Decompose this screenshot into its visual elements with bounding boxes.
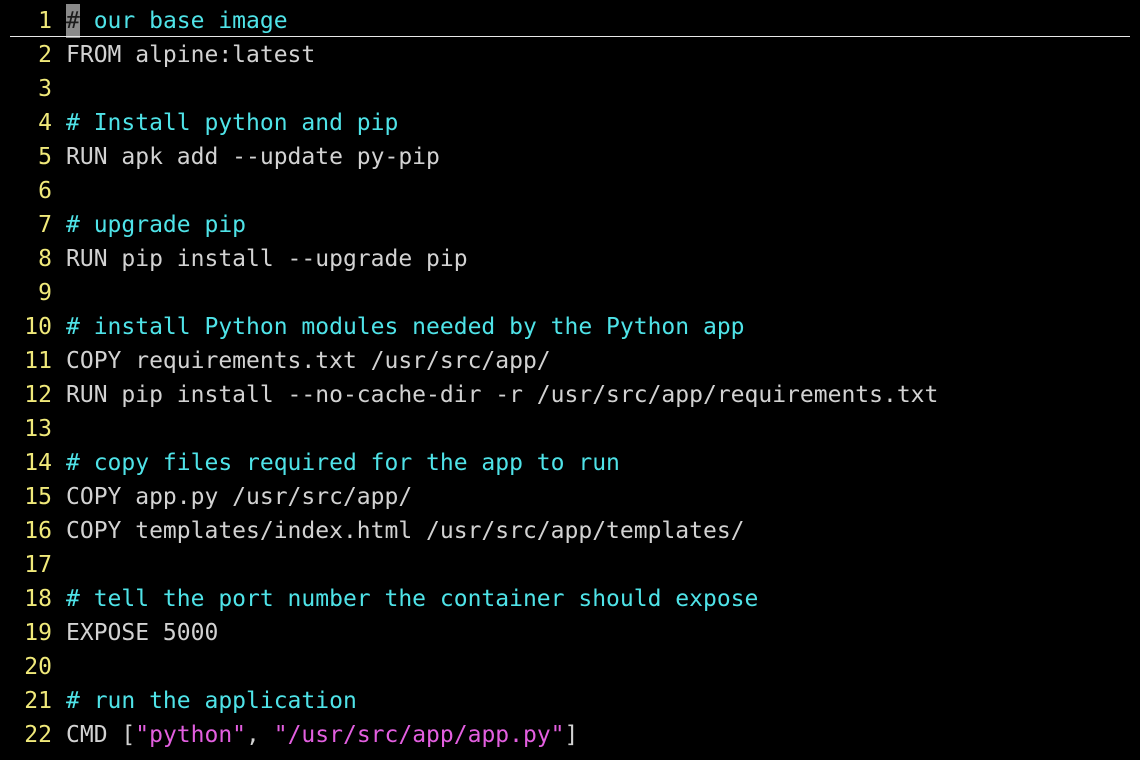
- line-number: 13: [24, 416, 52, 442]
- plain-token: RUN pip install --upgrade pip: [66, 246, 468, 272]
- plain-token: FROM alpine:latest: [66, 42, 316, 68]
- string-token: "python": [135, 722, 247, 748]
- line-code: # install Python modules needed by the P…: [52, 310, 745, 344]
- line-number: 4: [38, 110, 52, 136]
- code-line[interactable]: 15 COPY app.py /usr/src/app/: [0, 480, 1140, 514]
- line-number: 12: [24, 382, 52, 408]
- code-line[interactable]: 20: [0, 650, 1140, 684]
- comment-token: # run the application: [66, 688, 357, 714]
- line-code: RUN pip install --upgrade pip: [52, 242, 468, 276]
- code-line[interactable]: 4 # Install python and pip: [0, 106, 1140, 140]
- code-line[interactable]: 11 COPY requirements.txt /usr/src/app/: [0, 344, 1140, 378]
- plain-token: COPY app.py /usr/src/app/: [66, 484, 413, 510]
- code-line[interactable]: 7 # upgrade pip: [0, 208, 1140, 242]
- comment-token: # Install python and pip: [66, 110, 399, 136]
- code-line[interactable]: 1 # our base image: [0, 4, 1140, 38]
- line-code: # tell the port number the container sho…: [52, 582, 758, 616]
- code-line[interactable]: 18 # tell the port number the container s…: [0, 582, 1140, 616]
- line-number: 15: [24, 484, 52, 510]
- line-number: 14: [24, 450, 52, 476]
- line-code: RUN apk add --update py-pip: [52, 140, 440, 174]
- text-cursor: #: [66, 4, 80, 38]
- code-line[interactable]: 12 RUN pip install --no-cache-dir -r /usr…: [0, 378, 1140, 412]
- line-number: 19: [24, 620, 52, 646]
- line-number: 5: [38, 144, 52, 170]
- comment-token: # copy files required for the app to run: [66, 450, 620, 476]
- line-code: # run the application: [52, 684, 357, 718]
- line-number: 1: [38, 8, 52, 34]
- comment-token: # install Python modules needed by the P…: [66, 314, 745, 340]
- code-line[interactable]: 2 FROM alpine:latest: [0, 38, 1140, 72]
- code-line[interactable]: 21 # run the application: [0, 684, 1140, 718]
- plain-token: COPY templates/index.html /usr/src/app/t…: [66, 518, 745, 544]
- plain-token: ,: [246, 722, 274, 748]
- line-code: # our base image: [52, 4, 288, 38]
- code-line[interactable]: 17: [0, 548, 1140, 582]
- line-code: # Install python and pip: [52, 106, 398, 140]
- code-line[interactable]: 22 CMD ["python", "/usr/src/app/app.py"]: [0, 718, 1140, 752]
- string-token: "/usr/src/app/app.py": [273, 722, 565, 748]
- code-line[interactable]: 19 EXPOSE 5000: [0, 616, 1140, 650]
- code-line[interactable]: 16 COPY templates/index.html /usr/src/app…: [0, 514, 1140, 548]
- line-number: 20: [24, 654, 52, 680]
- comment-token: our base image: [79, 8, 288, 34]
- line-code: RUN pip install --no-cache-dir -r /usr/s…: [52, 378, 938, 412]
- code-line[interactable]: 10 # install Python modules needed by the…: [0, 310, 1140, 344]
- line-number: 22: [24, 722, 52, 748]
- code-line[interactable]: 13: [0, 412, 1140, 446]
- line-code: CMD ["python", "/usr/src/app/app.py"]: [52, 718, 578, 752]
- line-number: 7: [38, 212, 52, 238]
- line-code: # copy files required for the app to run: [52, 446, 620, 480]
- line-code: COPY app.py /usr/src/app/: [52, 480, 412, 514]
- plain-token: CMD [: [66, 722, 136, 748]
- line-number: 18: [24, 586, 52, 612]
- line-number: 21: [24, 688, 52, 714]
- code-line[interactable]: 6: [0, 174, 1140, 208]
- line-number: 10: [24, 314, 52, 340]
- line-code: FROM alpine:latest: [52, 38, 315, 72]
- vim-editor[interactable]: 1 # our base image 2 FROM alpine:latest 3 4 # …: [0, 4, 1140, 752]
- line-code: COPY templates/index.html /usr/src/app/t…: [52, 514, 745, 548]
- code-line[interactable]: 14 # copy files required for the app to r…: [0, 446, 1140, 480]
- plain-token: RUN apk add --update py-pip: [66, 144, 440, 170]
- plain-token: RUN pip install --no-cache-dir -r /usr/s…: [66, 382, 939, 408]
- code-line[interactable]: 9: [0, 276, 1140, 310]
- line-number: 17: [24, 552, 52, 578]
- line-number: 9: [38, 280, 52, 306]
- line-code: EXPOSE 5000: [52, 616, 218, 650]
- line-code: # upgrade pip: [52, 208, 246, 242]
- line-number: 8: [38, 246, 52, 272]
- plain-token: EXPOSE 5000: [66, 620, 219, 646]
- code-line[interactable]: 5 RUN apk add --update py-pip: [0, 140, 1140, 174]
- code-lines: 1 # our base image 2 FROM alpine:latest 3 4 # …: [0, 4, 1140, 752]
- line-code: COPY requirements.txt /usr/src/app/: [52, 344, 551, 378]
- code-line[interactable]: 3: [0, 72, 1140, 106]
- line-number: 6: [38, 178, 52, 204]
- line-number: 3: [38, 76, 52, 102]
- plain-token: ]: [564, 722, 579, 748]
- comment-token: # upgrade pip: [66, 212, 247, 238]
- line-number: 16: [24, 518, 52, 544]
- code-line[interactable]: 8 RUN pip install --upgrade pip: [0, 242, 1140, 276]
- line-number: 2: [38, 42, 52, 68]
- line-number: 11: [24, 348, 52, 374]
- cursor-line-underline: [10, 36, 1130, 37]
- plain-token: COPY requirements.txt /usr/src/app/: [66, 348, 551, 374]
- comment-token: # tell the port number the container sho…: [66, 586, 759, 612]
